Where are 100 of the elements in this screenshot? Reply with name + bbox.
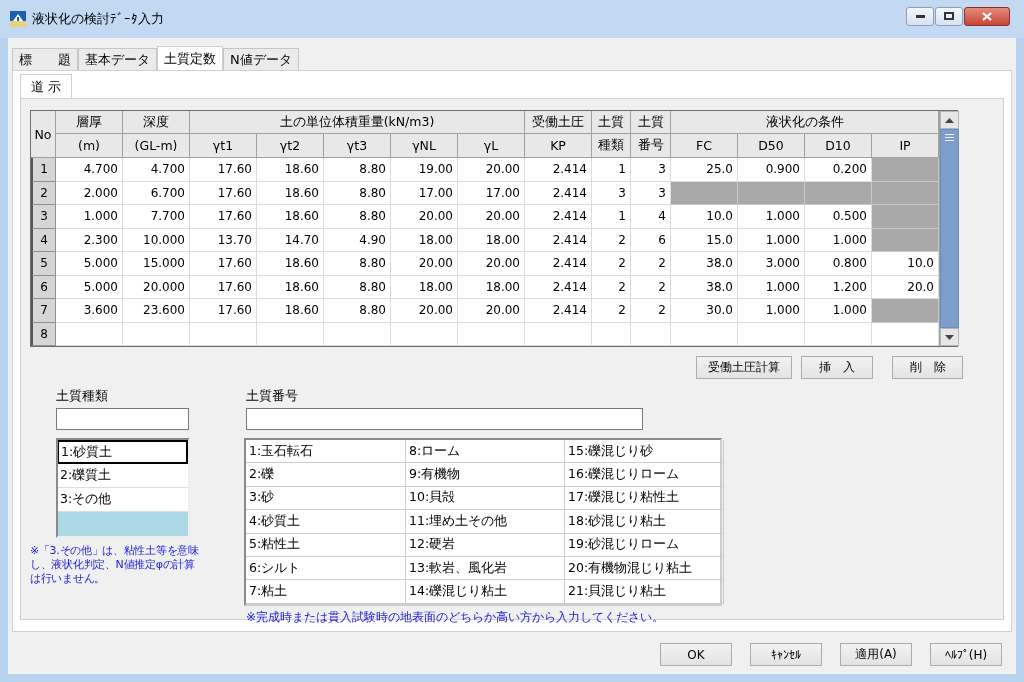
table-cell[interactable]: 14.70 bbox=[257, 228, 324, 252]
table-cell[interactable]: 8.80 bbox=[324, 158, 391, 182]
minimize-button[interactable] bbox=[906, 6, 934, 26]
table-cell[interactable]: 4.700 bbox=[123, 158, 190, 182]
scroll-down-button[interactable] bbox=[940, 328, 959, 346]
table-cell[interactable]: 20.00 bbox=[391, 205, 458, 229]
scroll-up-button[interactable] bbox=[940, 111, 959, 129]
table-cell[interactable]: 17.60 bbox=[190, 299, 257, 323]
table-cell[interactable]: 0.800 bbox=[805, 252, 872, 276]
table-cell[interactable] bbox=[324, 322, 391, 346]
table-cell[interactable]: 8.80 bbox=[324, 252, 391, 276]
table-cell[interactable]: 20.00 bbox=[458, 299, 525, 323]
table-cell[interactable]: 1.200 bbox=[805, 275, 872, 299]
table-cell[interactable]: 3 bbox=[592, 181, 631, 205]
table-cell[interactable]: 18.60 bbox=[257, 275, 324, 299]
table-cell[interactable] bbox=[56, 322, 123, 346]
table-cell[interactable]: 8.80 bbox=[324, 275, 391, 299]
table-cell[interactable] bbox=[738, 322, 805, 346]
close-button[interactable] bbox=[964, 6, 1010, 26]
table-cell[interactable]: 2.414 bbox=[525, 252, 592, 276]
table-cell[interactable]: 17.60 bbox=[190, 275, 257, 299]
action-button[interactable]: 受働土圧計算 bbox=[696, 356, 792, 379]
dialog-button[interactable]: ｷｬﾝｾﾙ bbox=[750, 643, 822, 666]
table-cell[interactable]: 18.60 bbox=[257, 181, 324, 205]
table-cell[interactable]: 2 bbox=[592, 299, 631, 323]
table-cell[interactable] bbox=[391, 322, 458, 346]
table-cell[interactable]: 18.60 bbox=[257, 299, 324, 323]
table-cell[interactable]: 1.000 bbox=[738, 299, 805, 323]
action-button[interactable]: 削 除 bbox=[892, 356, 963, 379]
table-cell[interactable]: 18.00 bbox=[458, 228, 525, 252]
table-cell[interactable] bbox=[671, 322, 738, 346]
table-cell[interactable]: 1.000 bbox=[738, 275, 805, 299]
table-cell[interactable] bbox=[123, 322, 190, 346]
table-cell[interactable] bbox=[458, 322, 525, 346]
table-cell[interactable]: 10.0 bbox=[671, 205, 738, 229]
list-item[interactable]: 1:砂質土 bbox=[58, 440, 188, 464]
list-item[interactable]: 2:礫質土 bbox=[58, 464, 188, 488]
maximize-button[interactable] bbox=[935, 6, 963, 26]
table-cell[interactable]: 17.60 bbox=[190, 158, 257, 182]
table-cell[interactable]: 5.000 bbox=[56, 252, 123, 276]
table-cell[interactable]: 17.00 bbox=[391, 181, 458, 205]
table-cell[interactable]: 8.80 bbox=[324, 205, 391, 229]
table-cell[interactable]: 1 bbox=[592, 205, 631, 229]
dialog-button[interactable]: 適用(A) bbox=[840, 643, 912, 666]
tab[interactable]: 土質定数 bbox=[157, 46, 223, 70]
table-cell[interactable]: 3.600 bbox=[56, 299, 123, 323]
table-cell[interactable]: 2.414 bbox=[525, 158, 592, 182]
table-cell[interactable]: 2.414 bbox=[525, 228, 592, 252]
table-cell[interactable]: 6.700 bbox=[123, 181, 190, 205]
table-cell[interactable]: 38.0 bbox=[671, 252, 738, 276]
table-cell[interactable]: 20.00 bbox=[458, 158, 525, 182]
table-cell[interactable]: 17.60 bbox=[190, 205, 257, 229]
table-cell[interactable]: 8.80 bbox=[324, 299, 391, 323]
table-cell[interactable] bbox=[190, 322, 257, 346]
input-field[interactable] bbox=[246, 408, 643, 430]
tab[interactable]: 標 題 bbox=[12, 48, 78, 70]
table-cell[interactable]: 2.414 bbox=[525, 181, 592, 205]
table-cell[interactable]: 20.00 bbox=[458, 205, 525, 229]
dialog-button[interactable]: OK bbox=[660, 643, 732, 666]
table-cell[interactable]: 20.00 bbox=[391, 252, 458, 276]
table-cell[interactable]: 15.0 bbox=[671, 228, 738, 252]
table-cell[interactable]: 18.60 bbox=[257, 158, 324, 182]
table-cell[interactable]: 3.000 bbox=[738, 252, 805, 276]
table-cell[interactable]: 2 bbox=[631, 275, 671, 299]
table-cell[interactable]: 8.80 bbox=[324, 181, 391, 205]
table-cell[interactable]: 1.000 bbox=[738, 205, 805, 229]
table-cell[interactable]: 2.414 bbox=[525, 299, 592, 323]
table-cell[interactable]: 38.0 bbox=[671, 275, 738, 299]
table-cell[interactable]: 2 bbox=[592, 228, 631, 252]
tab[interactable]: N値データ bbox=[223, 48, 299, 70]
table-cell[interactable]: 25.0 bbox=[671, 158, 738, 182]
table-cell[interactable]: 2 bbox=[631, 252, 671, 276]
table-cell[interactable] bbox=[525, 322, 592, 346]
table-cell[interactable]: 1.000 bbox=[56, 205, 123, 229]
scrollbar-thumb[interactable] bbox=[940, 129, 959, 328]
table-cell[interactable]: 4.90 bbox=[324, 228, 391, 252]
table-cell[interactable]: 17.60 bbox=[190, 181, 257, 205]
table-cell[interactable]: 6 bbox=[631, 228, 671, 252]
table-cell[interactable]: 2.414 bbox=[525, 205, 592, 229]
tab[interactable]: 基本データ bbox=[78, 48, 157, 70]
input-field[interactable] bbox=[56, 408, 189, 430]
table-cell[interactable]: 19.00 bbox=[391, 158, 458, 182]
table-cell[interactable]: 10.000 bbox=[123, 228, 190, 252]
dialog-button[interactable]: ﾍﾙﾌﾟ(H) bbox=[930, 643, 1002, 666]
table-cell[interactable]: 18.60 bbox=[257, 205, 324, 229]
table-cell[interactable]: 5.000 bbox=[56, 275, 123, 299]
table-cell[interactable]: 17.60 bbox=[190, 252, 257, 276]
table-cell[interactable]: 2.000 bbox=[56, 181, 123, 205]
table-cell[interactable]: 18.00 bbox=[458, 275, 525, 299]
action-button[interactable]: 挿 入 bbox=[801, 356, 873, 379]
table-cell[interactable]: 0.900 bbox=[738, 158, 805, 182]
table-cell[interactable]: 1 bbox=[592, 158, 631, 182]
table-cell[interactable]: 2.414 bbox=[525, 275, 592, 299]
table-cell[interactable]: 7.700 bbox=[123, 205, 190, 229]
table-cell[interactable]: 3 bbox=[631, 158, 671, 182]
table-cell[interactable]: 15.000 bbox=[123, 252, 190, 276]
table-cell[interactable]: 30.0 bbox=[671, 299, 738, 323]
tab[interactable]: 道 示 bbox=[20, 74, 73, 98]
table-cell[interactable] bbox=[592, 322, 631, 346]
table-cell[interactable]: 18.00 bbox=[391, 228, 458, 252]
